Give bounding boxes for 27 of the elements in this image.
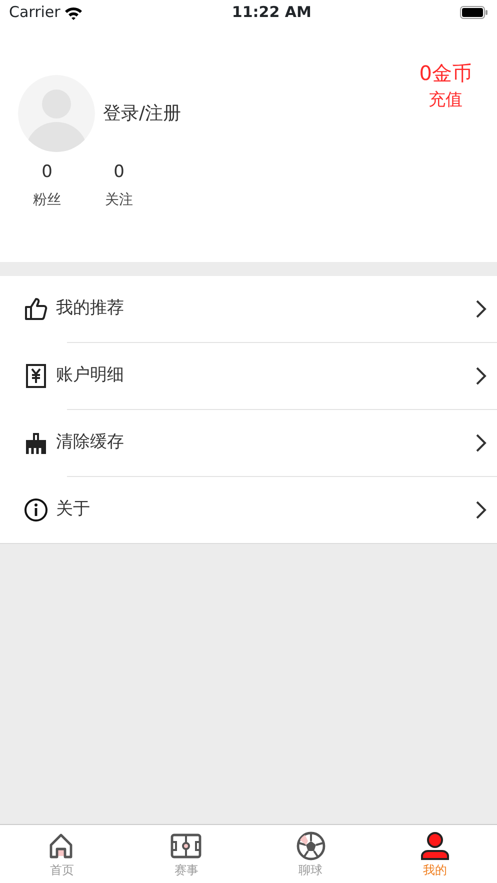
stat-label: 关注 [104, 190, 134, 210]
menu-item[interactable]: 账户明细 [0, 343, 497, 409]
chevron-right-icon [475, 366, 487, 386]
person-icon [418, 831, 451, 861]
wifi-icon [64, 6, 84, 20]
pitch-icon [170, 831, 202, 861]
stat-count: 0 [40, 161, 54, 184]
soccer-ball-icon [294, 831, 327, 861]
menu-item[interactable]: 清除缓存 [0, 410, 497, 476]
carrier-label: Carrier [9, 2, 60, 24]
coin-balance: 0金币 [419, 60, 472, 87]
chevron-right-icon [475, 500, 487, 520]
chevron-right-icon [475, 433, 487, 453]
menu-item[interactable]: 我的推荐 [0, 276, 497, 342]
avatar-icon[interactable] [18, 75, 95, 152]
broom-icon [24, 431, 48, 455]
yen-icon [24, 364, 48, 388]
stat-count: 0 [112, 161, 126, 184]
chevron-right-icon [475, 299, 487, 319]
stat-label: 粉丝 [32, 190, 62, 210]
recharge-link[interactable]: 充值 [428, 88, 463, 114]
menu-item[interactable]: 关于 [0, 477, 497, 543]
time-label: 11:22 AM [232, 2, 312, 24]
thumbs-up-icon [24, 297, 48, 321]
info-icon [24, 498, 48, 522]
battery-icon [460, 6, 488, 19]
login-link[interactable]: 登录/注册 [103, 100, 182, 127]
